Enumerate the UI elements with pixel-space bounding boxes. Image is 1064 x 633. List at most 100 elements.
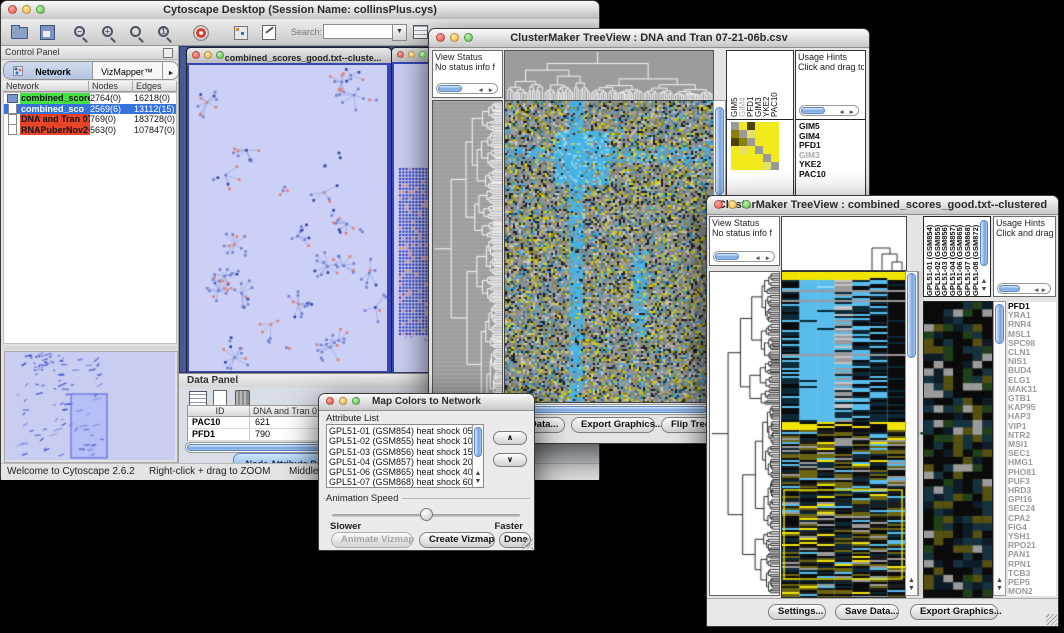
tv1-heatmap-hscrollbar[interactable]: ◄► — [504, 404, 725, 415]
id-column-header[interactable]: ID — [188, 406, 250, 417]
column-network[interactable]: Network — [3, 81, 89, 92]
column-nodes[interactable]: Nodes — [89, 81, 133, 92]
close-button[interactable] — [397, 51, 404, 58]
matrix-cell[interactable] — [731, 154, 739, 162]
tv2-usage-scrollbar[interactable]: ◄► — [997, 283, 1051, 294]
tv1-column-label[interactable]: PAC10 — [771, 53, 779, 117]
network-canvas-1[interactable] — [189, 65, 387, 371]
zoom-button[interactable] — [419, 51, 426, 58]
matrix-cell[interactable] — [739, 138, 747, 146]
tv2-heatmap[interactable] — [781, 271, 906, 598]
matrix-cell[interactable] — [755, 138, 763, 146]
help-button[interactable] — [191, 22, 213, 42]
matrix-cell[interactable] — [731, 130, 739, 138]
tv2-status-scrollbar[interactable]: ◄ ► — [713, 251, 775, 262]
matrix-cell[interactable] — [755, 122, 763, 130]
attribute-option[interactable]: GPL51-06 (GSM865) heat shock 40 min — [329, 467, 481, 477]
tv2-row-dendrogram[interactable] — [709, 271, 780, 596]
tv1-column-label[interactable]: YKE2 — [763, 53, 771, 117]
matrix-cell[interactable] — [731, 138, 739, 146]
matrix-cell[interactable] — [763, 154, 771, 162]
column-edges[interactable]: Edges — [133, 81, 177, 92]
vizmap-quick-button[interactable] — [231, 22, 253, 42]
labels-down-arrow[interactable]: ▼ — [976, 286, 992, 294]
network-row[interactable]: RNAPuberNov2+563(0)107847(0) — [4, 125, 176, 136]
tv1-column-dendrogram[interactable] — [504, 50, 714, 101]
tv1-status-scrollbar[interactable]: ◄ ► — [436, 83, 498, 94]
matrix-cell[interactable] — [739, 146, 747, 154]
float-panel-icon[interactable] — [163, 48, 173, 58]
minimize-button[interactable] — [450, 33, 459, 42]
matrix-cell[interactable] — [739, 154, 747, 162]
minimize-button[interactable] — [204, 51, 212, 59]
matrix-cell[interactable] — [763, 138, 771, 146]
tv1-row-dendrogram[interactable] — [432, 100, 503, 439]
attribute-option[interactable]: GPL51-07 (GSM868) heat shock 60 min — [329, 477, 481, 487]
tv2-column-label[interactable]: GPL51-01 (GSM854) — [926, 218, 934, 296]
animation-speed-slider[interactable] — [332, 508, 520, 522]
matrix-cell[interactable] — [731, 162, 739, 170]
tv2-gene-item[interactable]: MON2 — [1008, 587, 1056, 596]
annotation-button[interactable] — [259, 22, 281, 42]
attribute-option[interactable]: GPL51-02 (GSM855) heat shock 10 min — [329, 436, 481, 446]
open-file-button[interactable] — [9, 22, 31, 42]
attribute-option[interactable]: GPL51-04 (GSM857) heat shock 20 min — [329, 457, 481, 467]
close-button[interactable] — [192, 51, 200, 59]
matrix-cell[interactable] — [739, 122, 747, 130]
slider-thumb[interactable] — [420, 508, 433, 521]
zoom-button[interactable] — [216, 51, 224, 59]
matrix-cell[interactable] — [771, 130, 779, 138]
move-up-button[interactable]: ∧ — [493, 431, 527, 445]
attribute-option[interactable]: GPL51-03 (GSM856) heat shock 15 min — [329, 447, 481, 457]
minimize-button[interactable] — [22, 5, 31, 14]
matrix-cell[interactable] — [771, 162, 779, 170]
tv2-export-graphics-button[interactable]: Export Graphics... — [910, 604, 998, 620]
tv1-export-graphics-button[interactable]: Export Graphics... — [571, 417, 655, 433]
minimize-button[interactable] — [339, 397, 347, 405]
matrix-cell[interactable] — [747, 122, 755, 130]
tv1-column-label[interactable]: PFD1 — [747, 53, 755, 117]
matrix-cell[interactable] — [771, 138, 779, 146]
network-overview-canvas[interactable] — [5, 352, 175, 460]
tab-vizmapper[interactable]: VizMapper™ — [92, 62, 162, 79]
matrix-cell[interactable] — [755, 154, 763, 162]
create-vizmap-button[interactable]: Create Vizmap — [419, 532, 495, 548]
network-row[interactable]: combined_sco2569(6)13112(15) — [4, 104, 176, 115]
tv1-column-label[interactable]: GIM3 — [755, 53, 763, 117]
matrix-cell[interactable] — [755, 146, 763, 154]
tv2-settings-button[interactable]: Settings... — [768, 604, 826, 620]
treeview1-title-bar[interactable]: ClusterMaker TreeView : DNA and Tran 07-… — [429, 29, 869, 48]
main-title-bar[interactable]: Cytoscape Desktop (Session Name: collins… — [1, 1, 599, 20]
dialog-title-bar[interactable]: Map Colors to Network — [319, 394, 534, 411]
network-view-window-1[interactable]: combined_scores_good.txt--cluste... — [186, 47, 392, 373]
matrix-cell[interactable] — [747, 146, 755, 154]
matrix-cell[interactable] — [739, 162, 747, 170]
minimize-button[interactable] — [408, 51, 415, 58]
tab-network[interactable]: Network — [4, 62, 93, 79]
matrix-cell[interactable] — [771, 122, 779, 130]
matrix-cell[interactable] — [763, 122, 771, 130]
matrix-cell[interactable] — [755, 130, 763, 138]
matrix-cell[interactable] — [763, 130, 771, 138]
close-button[interactable] — [714, 200, 723, 209]
zoom-button[interactable] — [464, 33, 473, 42]
tv1-heatmap[interactable] — [504, 100, 714, 403]
matrix-cell[interactable] — [747, 130, 755, 138]
move-down-button[interactable]: ∨ — [493, 453, 527, 467]
matrix-cell[interactable] — [771, 154, 779, 162]
animate-vizmap-button[interactable]: Animate Vizmap — [331, 532, 413, 548]
matrix-cell[interactable] — [747, 154, 755, 162]
labels-up-arrow[interactable]: ▲ — [976, 278, 992, 286]
tv1-correlation-matrix[interactable] — [731, 122, 779, 170]
tv2-save-data-button[interactable]: Save Data... — [835, 604, 899, 620]
tv2-gene-vscrollbar[interactable]: ▲▼ — [993, 301, 1006, 596]
tv1-column-label[interactable]: GIM5 — [731, 53, 739, 117]
tv1-gene-item[interactable]: PAC10 — [799, 170, 826, 180]
zoom-button[interactable] — [36, 5, 45, 14]
search-input[interactable] — [323, 24, 393, 39]
minimize-button[interactable] — [728, 200, 737, 209]
tabs-more-button[interactable]: ► — [162, 62, 179, 79]
matrix-cell[interactable] — [763, 146, 771, 154]
tv2-heatmap-vscrollbar[interactable]: ▲▼ — [905, 271, 918, 596]
matrix-cell[interactable] — [763, 162, 771, 170]
